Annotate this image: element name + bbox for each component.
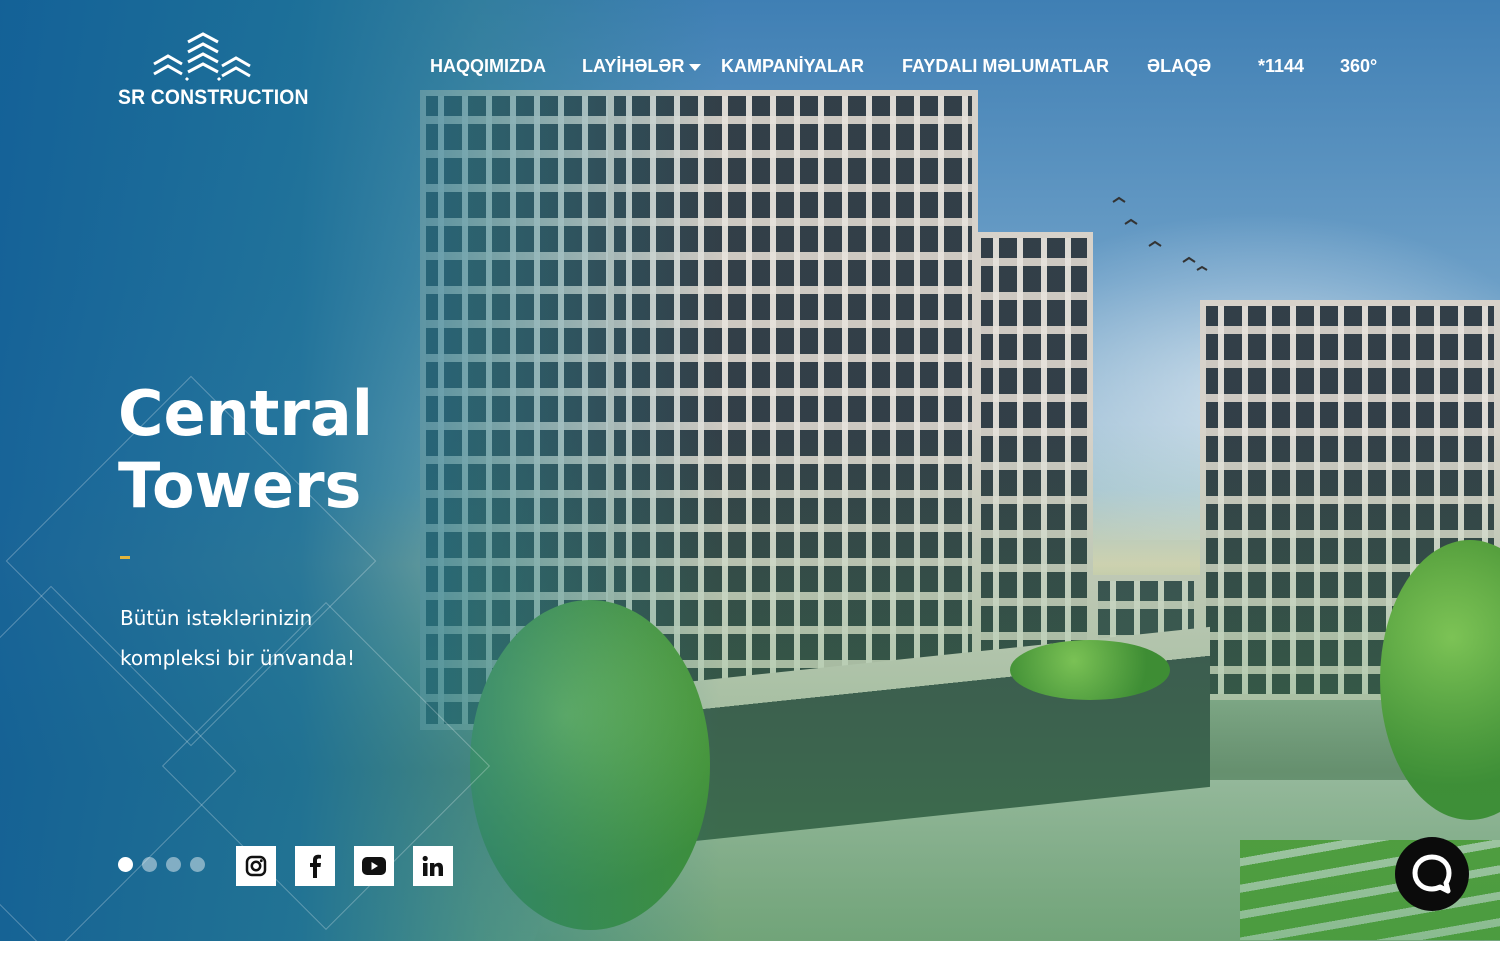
hero-title: Central Towers (118, 377, 373, 522)
linkedin-link[interactable] (413, 846, 453, 886)
slider-dot-4[interactable] (190, 857, 205, 872)
facebook-link[interactable] (295, 846, 335, 886)
linkedin-icon (422, 855, 443, 876)
chat-bubble-icon (1412, 854, 1452, 894)
facebook-icon (310, 854, 321, 878)
chat-widget-button[interactable] (1395, 837, 1469, 911)
instagram-icon (245, 855, 267, 877)
youtube-link[interactable] (354, 846, 394, 886)
chevron-down-icon (689, 63, 702, 71)
slider-dot-3[interactable] (166, 857, 181, 872)
accent-dash (120, 556, 130, 559)
logo[interactable]: SR CONSTRUCTION (118, 30, 308, 114)
nav-item-hotline[interactable]: *1144 (1258, 56, 1304, 77)
instagram-link[interactable] (236, 846, 276, 886)
nav-item-projects[interactable]: LAYİHƏLƏR (582, 56, 702, 77)
logo-buildings-icon (153, 32, 251, 82)
hero-subtitle: Bütün istəklərinizin kompleksi bir ünvan… (120, 606, 355, 670)
nav-item-campaigns[interactable]: KAMPANİYALAR (721, 56, 864, 77)
nav-item-useful-info[interactable]: FAYDALI MƏLUMATLAR (902, 56, 1109, 77)
slider-dot-2[interactable] (142, 857, 157, 872)
nav-item-360-tour[interactable]: 360° (1340, 56, 1377, 77)
logo-text: SR CONSTRUCTION (118, 86, 309, 109)
nav-item-about[interactable]: HAQQIMIZDA (430, 56, 546, 77)
slider-dot-1[interactable] (118, 857, 133, 872)
nav-item-projects-label: LAYİHƏLƏR (582, 56, 685, 76)
nav-item-contact[interactable]: ƏLAQƏ (1147, 56, 1211, 77)
youtube-icon (362, 857, 386, 875)
